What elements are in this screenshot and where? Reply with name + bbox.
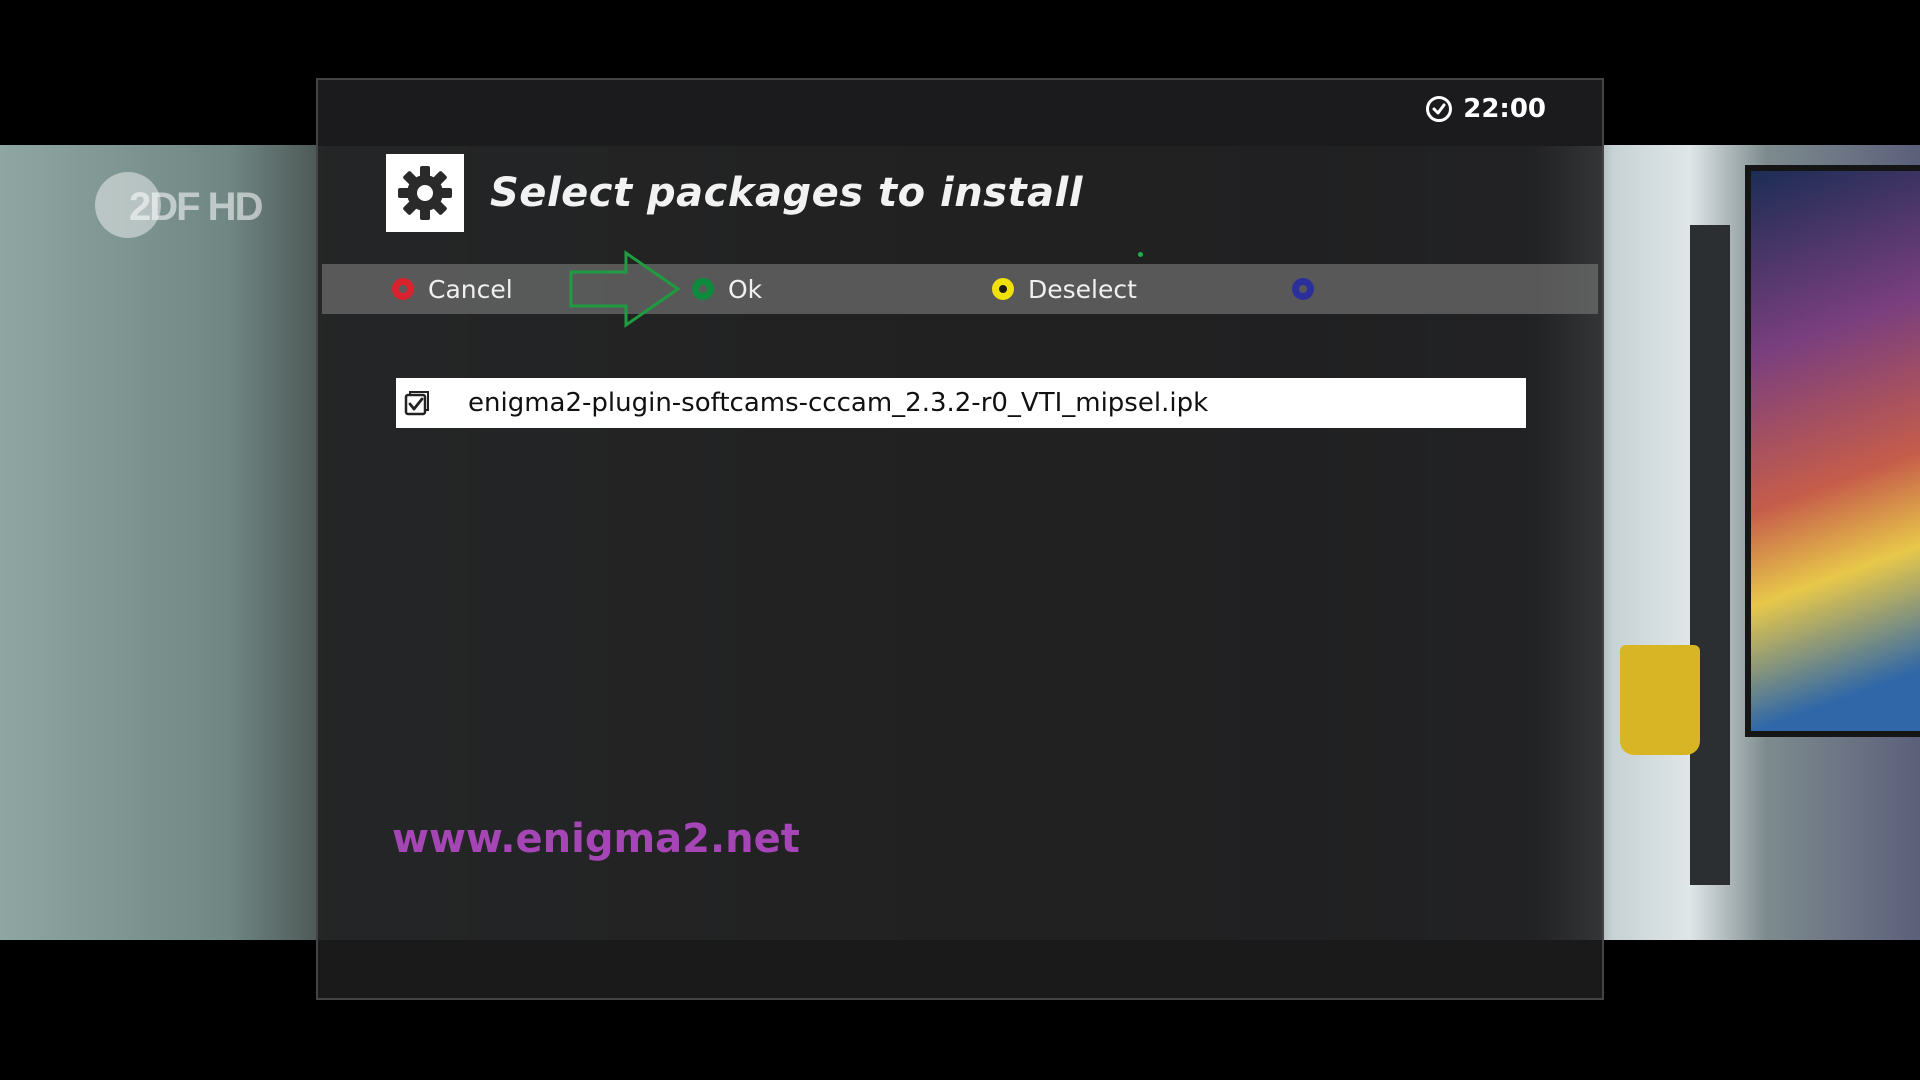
package-select-dialog: 22:00 Select packages to install Cancel … bbox=[316, 78, 1604, 1000]
background-poster bbox=[1745, 165, 1920, 737]
background-door bbox=[1690, 225, 1730, 885]
yellow-button-icon bbox=[992, 278, 1014, 300]
checked-box-icon[interactable] bbox=[402, 388, 432, 418]
deselect-button[interactable]: Deselect bbox=[992, 264, 1137, 314]
top-bar: 22:00 bbox=[318, 80, 1602, 146]
clock-icon bbox=[1425, 95, 1453, 123]
title-row: Select packages to install bbox=[386, 154, 1083, 232]
channel-logo: 2DF HD bbox=[95, 172, 285, 242]
cancel-button-label: Cancel bbox=[428, 274, 513, 304]
clock-time: 22:00 bbox=[1463, 94, 1546, 124]
package-list[interactable]: enigma2-plugin-softcams-cccam_2.3.2-r0_V… bbox=[396, 378, 1526, 428]
arrow-annotation-icon bbox=[568, 250, 684, 328]
page-title: Select packages to install bbox=[490, 170, 1084, 216]
color-button-bar: Cancel Ok Deselect bbox=[322, 264, 1598, 314]
watermark: www.enigma2.net bbox=[392, 816, 800, 862]
gear-icon bbox=[386, 154, 464, 232]
blue-button[interactable] bbox=[1292, 264, 1328, 314]
blue-button-icon bbox=[1292, 278, 1314, 300]
list-item[interactable]: enigma2-plugin-softcams-cccam_2.3.2-r0_V… bbox=[396, 378, 1526, 428]
package-name: enigma2-plugin-softcams-cccam_2.3.2-r0_V… bbox=[468, 388, 1209, 418]
background-bucket bbox=[1620, 645, 1700, 755]
channel-logo-text: 2DF HD bbox=[129, 184, 263, 229]
marker-dot bbox=[1138, 252, 1143, 257]
cancel-button[interactable]: Cancel bbox=[392, 264, 513, 314]
ok-button[interactable]: Ok bbox=[692, 264, 762, 314]
ok-button-label: Ok bbox=[728, 274, 763, 304]
deselect-button-label: Deselect bbox=[1028, 274, 1137, 304]
clock: 22:00 bbox=[1425, 94, 1546, 124]
red-button-icon bbox=[392, 278, 414, 300]
green-button-icon bbox=[692, 278, 714, 300]
